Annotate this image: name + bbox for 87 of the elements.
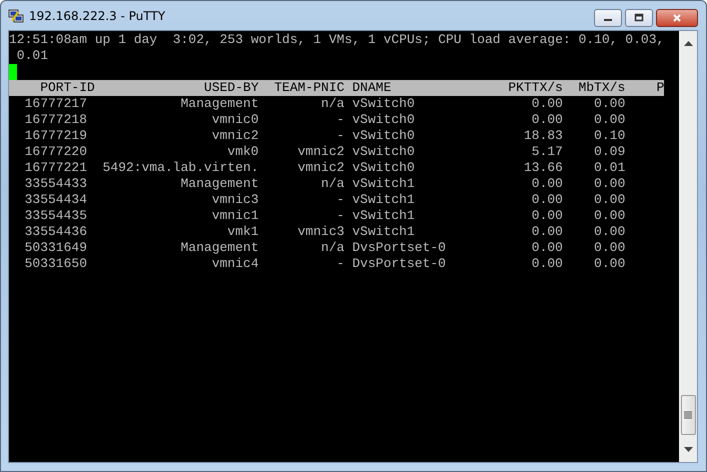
table-cell-text: 16777218 bbox=[24, 112, 88, 128]
table-cell-text: 0.00 bbox=[593, 256, 626, 272]
table-cell-text: vmnic2 bbox=[296, 160, 344, 176]
table-cell-text: 0.09 bbox=[593, 144, 626, 160]
scrollbar[interactable] bbox=[679, 31, 697, 462]
table-cell-text: 16777219 bbox=[24, 128, 88, 144]
table-cell-text: 0.00 bbox=[593, 112, 626, 128]
table-cell-text: 5492:vma.lab.virten. bbox=[102, 160, 259, 176]
table-cell-text: 5.17 bbox=[530, 144, 563, 160]
close-button[interactable] bbox=[656, 9, 698, 27]
terminal-line: 12:51:08am up 1 day 3:02, 253 worlds, 1 VMs, 1 vCPUs; CPU load average: 0.10, 0.03, bbox=[9, 32, 664, 48]
table-cell-text: 50331649 bbox=[24, 240, 88, 256]
table-cell-text: - bbox=[336, 128, 344, 144]
table-cell-text: Management bbox=[180, 240, 259, 256]
table-cell-text: vSwitch0 bbox=[351, 160, 416, 176]
table-cell-text: 13.66 bbox=[522, 160, 563, 176]
table-cell-text: vSwitch1 bbox=[351, 192, 416, 208]
table-cell-text: 0.00 bbox=[593, 96, 626, 112]
table-cell-text: - bbox=[336, 192, 344, 208]
column-header: TEAM-PNIC bbox=[273, 80, 344, 96]
table-cell-text: vmnic2 bbox=[210, 128, 259, 144]
table-cell-text: Management bbox=[180, 176, 259, 192]
table-cell-text: 0.00 bbox=[530, 240, 563, 256]
table-cell-text: n/a bbox=[320, 96, 344, 112]
table-cell-text: vSwitch0 bbox=[351, 96, 416, 112]
table-cell-text: 0.00 bbox=[593, 192, 626, 208]
table-cell-text: vSwitch1 bbox=[351, 208, 416, 224]
table-cell-text: vSwitch0 bbox=[351, 112, 416, 128]
table-cell-text: vSwitch1 bbox=[351, 176, 416, 192]
table-cell-text: vmnic3 bbox=[210, 192, 259, 208]
column-header: USED-BY bbox=[203, 80, 259, 96]
table-cell-text: 0.00 bbox=[593, 240, 626, 256]
table-cell-text: vSwitch1 bbox=[351, 224, 416, 240]
window-title: 192.168.222.3 - PuTTY bbox=[29, 8, 166, 22]
table-cell-text: 0.00 bbox=[530, 96, 563, 112]
table-cell-text: 0.00 bbox=[530, 256, 563, 272]
table-cell-text: 0.00 bbox=[530, 192, 563, 208]
table-cell-text: vSwitch0 bbox=[351, 144, 416, 160]
table-cell-text: vmnic0 bbox=[210, 112, 259, 128]
table-cell-text: 33554434 bbox=[24, 192, 88, 208]
maximize-icon bbox=[634, 13, 644, 23]
table-cell-text: 33554433 bbox=[24, 176, 88, 192]
table-cell-text: n/a bbox=[320, 240, 344, 256]
table-cell-text: vmk1 bbox=[226, 224, 259, 240]
table-cell-text: 0.01 bbox=[593, 160, 626, 176]
table-cell-text: 0.10 bbox=[593, 128, 626, 144]
table-cell-text: DvsPortset-0 bbox=[351, 256, 447, 272]
table-cell-text: 50331650 bbox=[24, 256, 88, 272]
terminal-line: 0.01 bbox=[16, 48, 48, 64]
table-cell-text: 33554436 bbox=[24, 224, 88, 240]
table-cell-text: 16777221 bbox=[24, 160, 88, 176]
table-cell-text: 18.83 bbox=[522, 128, 563, 144]
table-cell-text: 0.00 bbox=[530, 112, 563, 128]
table-cell-text: - bbox=[336, 256, 344, 272]
grip-icon bbox=[684, 411, 692, 419]
column-header: PKTTX/s bbox=[507, 80, 563, 96]
table-cell-text: 16777217 bbox=[24, 96, 88, 112]
table-cell-text: vSwitch0 bbox=[351, 128, 416, 144]
table-cell-text: vmnic4 bbox=[210, 256, 259, 272]
table-cell-text: - bbox=[336, 208, 344, 224]
table-cell-text: DvsPortset-0 bbox=[351, 240, 447, 256]
table-cell-text: 0.00 bbox=[530, 224, 563, 240]
table-cell-text: 0.00 bbox=[593, 224, 626, 240]
minimize-button[interactable] bbox=[594, 9, 622, 27]
table-cell-text: vmnic2 bbox=[296, 144, 344, 160]
table-cell-text: 16777220 bbox=[24, 144, 88, 160]
table-cell-text: vmnic1 bbox=[210, 208, 259, 224]
table-cell-text: vmnic3 bbox=[296, 224, 344, 240]
column-header: PORT-ID bbox=[39, 80, 95, 96]
table-cell-text: 33554435 bbox=[24, 208, 88, 224]
table-cell-text: Management bbox=[180, 96, 259, 112]
scroll-thumb[interactable] bbox=[680, 395, 696, 435]
scroll-up-icon[interactable] bbox=[684, 41, 692, 46]
table-cell-text: 0.00 bbox=[530, 208, 563, 224]
column-header: DNAME bbox=[351, 80, 392, 96]
maximize-button[interactable] bbox=[625, 9, 653, 27]
close-icon bbox=[672, 13, 682, 23]
table-cell-text: n/a bbox=[320, 176, 344, 192]
table-cell-text: - bbox=[336, 112, 344, 128]
scroll-down-icon[interactable] bbox=[684, 447, 692, 452]
column-header: MbTX/s bbox=[577, 80, 626, 96]
table-cell-text: 0.00 bbox=[530, 176, 563, 192]
table-cell-text: 0.00 bbox=[593, 176, 626, 192]
table-cell-text: 0.00 bbox=[593, 208, 626, 224]
column-header: P bbox=[655, 80, 664, 96]
table-cell-text: vmk0 bbox=[226, 144, 259, 160]
computer-icon bbox=[8, 8, 24, 24]
